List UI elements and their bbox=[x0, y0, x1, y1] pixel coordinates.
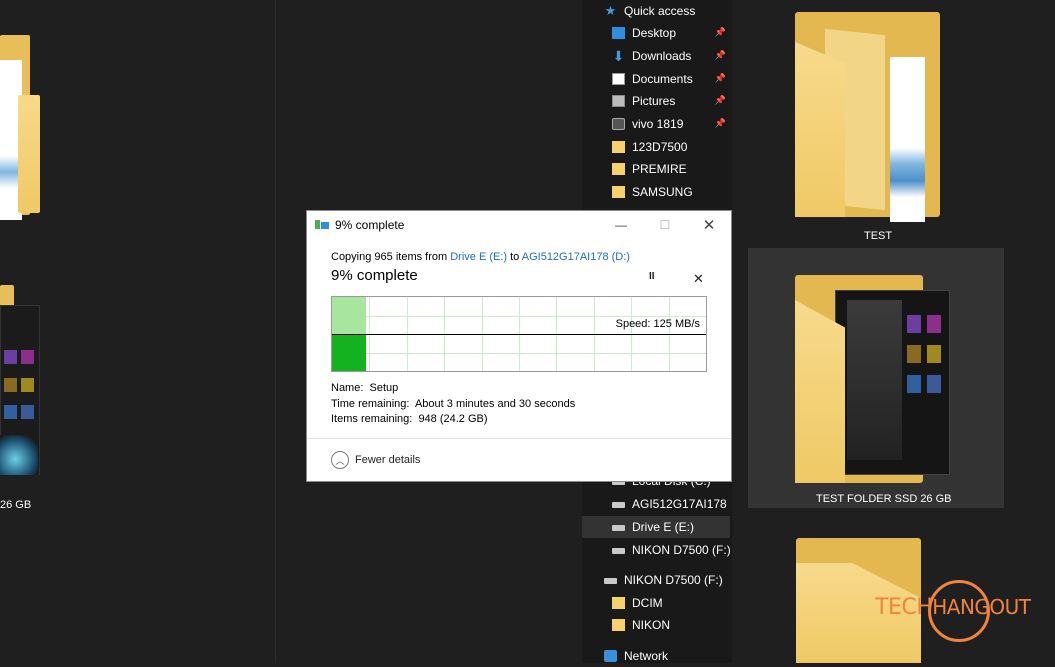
folder-thumbnail[interactable] bbox=[0, 285, 45, 485]
nav-item-label: SAMSUNG bbox=[632, 185, 693, 199]
app-icons-grid bbox=[4, 350, 36, 430]
nav-item-pictures[interactable]: Pictures 📌 bbox=[612, 90, 730, 112]
nav-item-nikon[interactable]: NIKON bbox=[612, 614, 730, 636]
downloads-arrow-icon: ⬇ bbox=[612, 48, 625, 64]
pictures-icon bbox=[612, 95, 625, 107]
source-link[interactable]: Drive E (E:) bbox=[450, 251, 507, 263]
fewer-details-label: Fewer details bbox=[355, 454, 421, 466]
nav-item-label: PREMIRE bbox=[632, 162, 687, 176]
documents-icon bbox=[612, 73, 625, 85]
speed-readout: Speed: 125 MB/s bbox=[615, 318, 700, 330]
folder-icon bbox=[612, 141, 625, 153]
folder-label: TEST bbox=[864, 230, 893, 242]
nav-item-documents[interactable]: Documents 📌 bbox=[612, 68, 730, 90]
folder-label: TEST FOLDER SSD 26 GB bbox=[816, 493, 952, 505]
phone-camera-icon bbox=[612, 118, 625, 130]
nav-item-desktop[interactable]: Desktop 📌 bbox=[612, 22, 730, 44]
watermark-logo: TECHHANGOUT bbox=[875, 595, 1031, 620]
nav-item-nikon-f-root[interactable]: NIKON D7500 (F:) bbox=[604, 569, 730, 591]
name-label: Name: bbox=[331, 382, 364, 394]
nav-item-vivo-1819[interactable]: vivo 1819 📌 bbox=[612, 113, 730, 135]
nav-item-label: Network bbox=[624, 649, 669, 663]
folder-icon bbox=[612, 186, 625, 198]
nav-item-downloads[interactable]: ⬇ Downloads 📌 bbox=[612, 45, 730, 67]
chevron-up-icon: ︿ bbox=[331, 451, 349, 469]
folder-icon bbox=[612, 597, 625, 609]
nav-item-dcim[interactable]: DCIM bbox=[612, 592, 730, 614]
pause-button[interactable]: II bbox=[649, 271, 655, 282]
nav-item-label: AGI512G17AI178 (D: bbox=[632, 497, 730, 511]
nav-item-samsung[interactable]: SAMSUNG bbox=[612, 181, 730, 203]
maximize-button[interactable]: ☐ bbox=[643, 211, 687, 239]
nav-item-label: Pictures bbox=[632, 94, 676, 108]
copy-summary: Copying 965 items from Drive E (E:) to A… bbox=[331, 251, 707, 263]
folder-thumbnail[interactable] bbox=[0, 15, 45, 220]
pin-icon: 📌 bbox=[714, 95, 726, 105]
nav-item-label: Drive E (E:) bbox=[632, 520, 695, 534]
folder-caption: 26 GB bbox=[0, 499, 32, 511]
drive-icon bbox=[612, 548, 625, 554]
speed-line bbox=[332, 334, 706, 335]
copy-details: Name: Setup Time remaining: About 3 minu… bbox=[331, 381, 575, 428]
time-label: Time remaining: bbox=[331, 397, 410, 410]
folder-icon bbox=[612, 163, 625, 175]
minimize-button[interactable]: — bbox=[599, 211, 643, 239]
copy-icon bbox=[315, 220, 329, 230]
nav-item-premire[interactable]: PREMIRE bbox=[612, 158, 730, 180]
cancel-button[interactable]: ✕ bbox=[693, 271, 704, 287]
app-icons-grid bbox=[907, 305, 947, 465]
folder-test-ssd[interactable] bbox=[795, 275, 955, 485]
nav-item-123d7500[interactable]: 123D7500 bbox=[612, 136, 730, 158]
pin-icon: 📌 bbox=[714, 73, 726, 83]
nav-item-nikon-f[interactable]: NIKON D7500 (F:) bbox=[612, 539, 730, 561]
nav-item-label: Downloads bbox=[632, 49, 692, 63]
nav-item-label: Documents bbox=[632, 72, 693, 86]
desktop-icon bbox=[612, 27, 625, 39]
name-value: Setup bbox=[369, 382, 399, 394]
destination-link[interactable]: AGI512G17AI178 (D:) bbox=[522, 251, 630, 263]
nav-item-label: 123D7500 bbox=[632, 140, 688, 154]
copy-progress-dialog[interactable]: 9% complete — ☐ ✕ Copying 965 items from… bbox=[307, 211, 731, 481]
copy-prefix: Copying 965 items from bbox=[331, 251, 451, 263]
pin-icon: 📌 bbox=[714, 27, 726, 37]
nav-item-quick-access[interactable]: ★ Quick access bbox=[604, 0, 752, 22]
folder-test[interactable] bbox=[795, 12, 945, 222]
fewer-details-button[interactable]: ︿ Fewer details bbox=[331, 451, 420, 469]
transfer-speed-graph: Speed: 125 MB/s bbox=[331, 296, 707, 372]
drive-icon bbox=[604, 578, 617, 584]
nav-item-label: Quick access bbox=[624, 4, 696, 18]
pin-icon: 📌 bbox=[714, 50, 726, 60]
nav-item-drive-d[interactable]: AGI512G17AI178 (D: bbox=[612, 493, 730, 515]
nav-item-label: DCIM bbox=[632, 596, 663, 610]
time-value: About 3 minutes and 30 seconds bbox=[414, 397, 576, 410]
nav-item-label: NIKON D7500 (F:) bbox=[632, 543, 730, 557]
nav-item-label: NIKON D7500 (F:) bbox=[624, 573, 723, 587]
nav-item-drive-e[interactable]: Drive E (E:) bbox=[582, 516, 730, 538]
dialog-divider bbox=[307, 438, 731, 439]
star-icon: ★ bbox=[604, 3, 617, 18]
drive-icon bbox=[612, 525, 625, 531]
nav-item-label: vivo 1819 bbox=[632, 117, 684, 131]
nav-item-label: NIKON bbox=[632, 618, 671, 632]
items-label: Items remaining: bbox=[331, 413, 413, 425]
copy-to: to bbox=[507, 251, 522, 263]
folder-icon bbox=[612, 619, 625, 631]
dialog-title: 9% complete bbox=[335, 218, 405, 232]
pane-divider bbox=[275, 0, 276, 663]
drive-icon bbox=[612, 502, 625, 508]
items-value: 948 (24.2 GB) bbox=[418, 413, 488, 425]
progress-fill-speed bbox=[332, 335, 366, 371]
pin-icon: 📌 bbox=[714, 118, 726, 128]
nav-item-label: Desktop bbox=[632, 26, 677, 40]
network-icon bbox=[604, 650, 617, 662]
close-button[interactable]: ✕ bbox=[687, 211, 731, 239]
nav-item-network[interactable]: Network bbox=[604, 645, 730, 667]
